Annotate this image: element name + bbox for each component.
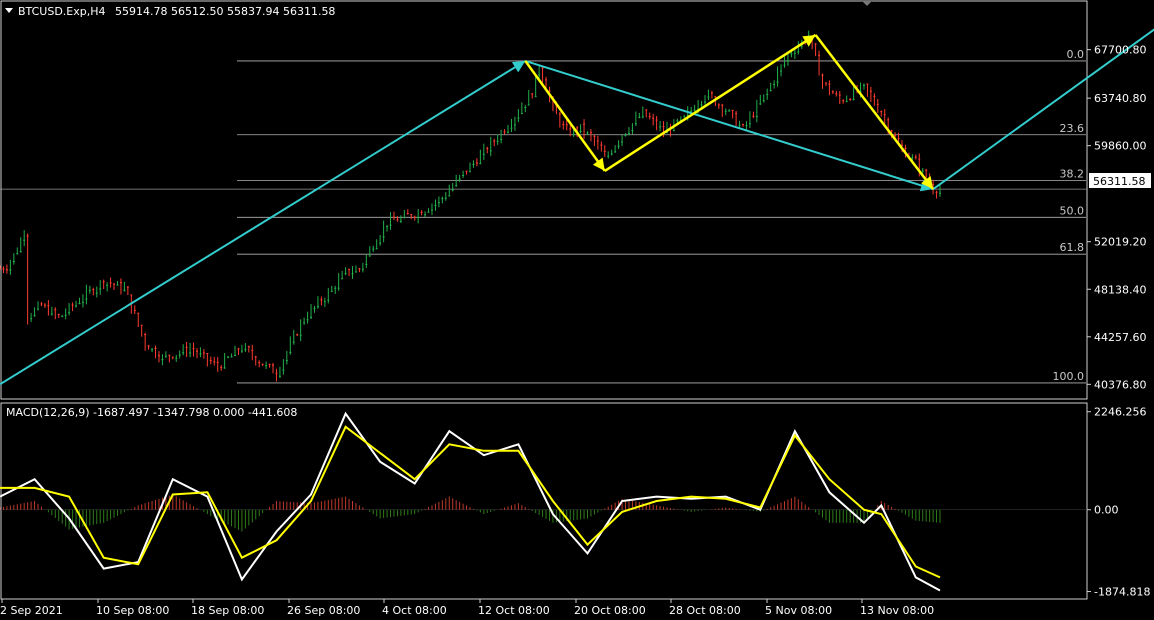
fib-level-label: 50.0: [1060, 204, 1085, 217]
macd-tick-label: -1874.818: [1094, 586, 1150, 599]
macd-tick-label: 0.00: [1094, 504, 1119, 517]
time-tick-label: 2 Sep 2021: [0, 604, 63, 617]
time-tick-label: 5 Nov 08:00: [765, 604, 832, 617]
ohlc-values: 55914.78 56512.50 55837.94 56311.58: [115, 5, 335, 18]
price-tick-label: 52019.20: [1094, 236, 1147, 249]
fib-level-label: 23.6: [1060, 122, 1085, 135]
price-tick-label: 44257.60: [1094, 331, 1147, 344]
price-tick-label: 67700.80: [1094, 44, 1147, 57]
symbol-label: BTCUSD.Exp,H4: [18, 5, 106, 18]
price-tick-label: 63740.80: [1094, 92, 1147, 105]
time-tick-label: 28 Oct 08:00: [669, 604, 741, 617]
time-tick-label: 10 Sep 08:00: [96, 604, 169, 617]
time-tick-label: 20 Oct 08:00: [574, 604, 646, 617]
price-tick-label: 40376.80: [1094, 378, 1147, 391]
time-tick-label: 26 Sep 08:00: [287, 604, 360, 617]
fib-level-label: 0.0: [1067, 48, 1085, 61]
current-price-text: 56311.58: [1093, 175, 1146, 188]
time-tick-label: 18 Sep 08:00: [191, 604, 264, 617]
time-tick-label: 4 Oct 08:00: [382, 604, 447, 617]
fib-level-label: 100.0: [1053, 370, 1085, 383]
fib-level-label: 38.2: [1060, 167, 1085, 180]
price-tick-label: 59860.00: [1094, 140, 1147, 153]
macd-label: MACD(12,26,9) -1687.497 -1347.798 0.000 …: [6, 406, 297, 419]
price-tick-label: 48138.40: [1094, 283, 1147, 296]
time-tick-label: 13 Nov 08:00: [860, 604, 934, 617]
time-tick-label: 12 Oct 08:00: [478, 604, 550, 617]
fib-level-label: 61.8: [1060, 241, 1085, 254]
macd-tick-label: 2246.256: [1094, 406, 1147, 419]
trading-terminal: 0.0 23.6 38.2 50.0 61.8 100.0 67700.80 63740.8…: [0, 0, 1154, 620]
